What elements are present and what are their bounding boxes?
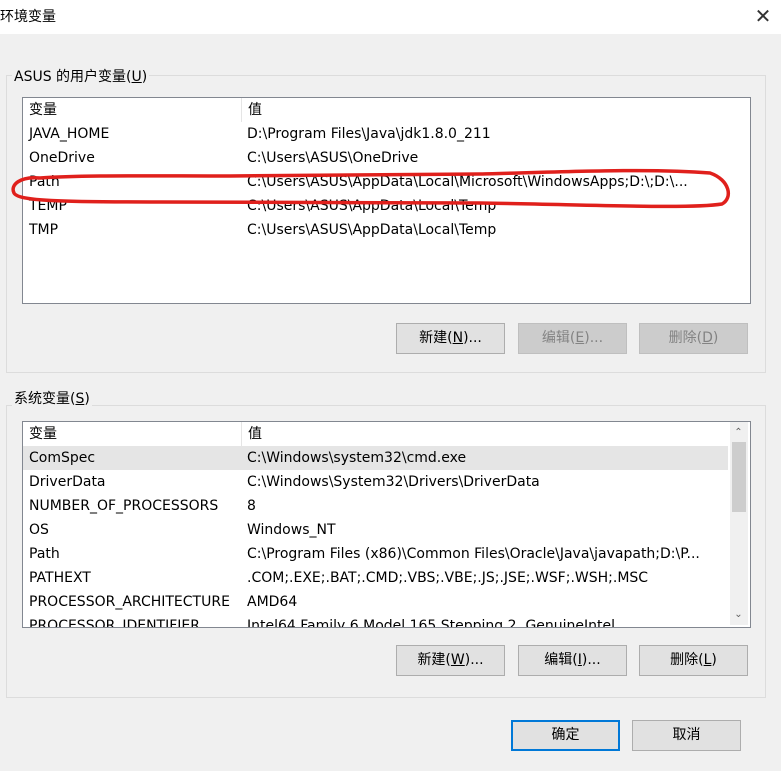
variable-name-cell: OneDrive bbox=[29, 150, 95, 166]
system-delete-button[interactable]: 删除(L) bbox=[639, 645, 748, 676]
variable-name-cell: TEMP bbox=[29, 198, 67, 214]
variable-value-cell: C:\Users\ASUS\AppData\Local\Temp bbox=[247, 198, 497, 214]
variable-name-cell: PROCESSOR_ARCHITECTURE bbox=[29, 594, 230, 610]
system-edit-button[interactable]: 编辑(I)... bbox=[518, 645, 627, 676]
table-row[interactable]: OneDrive C:\Users\ASUS\OneDrive bbox=[23, 146, 748, 170]
table-row[interactable]: Path C:\Program Files (x86)\Common Files\… bbox=[23, 542, 728, 566]
scroll-down-icon[interactable]: ⌄ bbox=[730, 606, 747, 623]
variable-value-cell: Windows_NT bbox=[247, 522, 336, 538]
table-row[interactable]: OS Windows_NT bbox=[23, 518, 728, 542]
variable-name-cell: NUMBER_OF_PROCESSORS bbox=[29, 498, 219, 514]
table-row[interactable]: TEMP C:\Users\ASUS\AppData\Local\Temp bbox=[23, 194, 748, 218]
user-vars-list[interactable]: 变量 值 JAVA_HOME D:\Program Files\Java\jdk1… bbox=[22, 97, 751, 304]
variable-value-cell: C:\Users\ASUS\AppData\Local\Temp bbox=[247, 222, 497, 238]
variable-name-cell: DriverData bbox=[29, 474, 106, 490]
variable-value-cell: D:\Program Files\Java\jdk1.8.0_211 bbox=[247, 126, 491, 142]
table-row[interactable]: ComSpec C:\Windows\system32\cmd.exe bbox=[23, 446, 728, 470]
scrollbar-thumb[interactable] bbox=[732, 442, 746, 512]
column-header-variable[interactable]: 变量 bbox=[23, 422, 241, 446]
system-vars-list[interactable]: 变量 值 ComSpec C:\Windows\system32\cmd.exe D… bbox=[22, 421, 751, 628]
column-header-variable[interactable]: 变量 bbox=[23, 98, 241, 122]
system-new-button[interactable]: 新建(W)... bbox=[396, 645, 505, 676]
variable-value-cell: C:\Users\ASUS\OneDrive bbox=[247, 150, 419, 166]
variable-value-cell: 8 bbox=[247, 498, 256, 514]
variable-name-cell: Path bbox=[29, 546, 60, 562]
title-bar: 环境变量 ✕ bbox=[0, 0, 781, 34]
user-vars-group-label: ASUS 的用户变量(U) bbox=[12, 66, 150, 86]
variable-value-cell: Intel64 Family 6 Model 165 Stepping 2, G… bbox=[247, 618, 616, 628]
scroll-up-icon[interactable]: ⌃ bbox=[730, 424, 747, 441]
table-row[interactable]: TMP C:\Users\ASUS\AppData\Local\Temp bbox=[23, 218, 748, 242]
table-row[interactable]: PROCESSOR_ARCHITECTURE AMD64 bbox=[23, 590, 728, 614]
variable-name-cell: JAVA_HOME bbox=[29, 126, 110, 142]
variable-value-cell: C:\Program Files (x86)\Common Files\Orac… bbox=[247, 546, 700, 562]
variable-name-cell: PROCESSOR_IDENTIFIER bbox=[29, 618, 200, 628]
table-row[interactable]: JAVA_HOME D:\Program Files\Java\jdk1.8.0_… bbox=[23, 122, 748, 146]
variable-value-cell: C:\Windows\system32\cmd.exe bbox=[247, 450, 467, 466]
column-header-value[interactable]: 值 bbox=[241, 422, 727, 446]
system-vars-group-label: 系统变量(S) bbox=[12, 388, 92, 408]
variable-value-cell: C:\Users\ASUS\AppData\Local\Microsoft\Wi… bbox=[247, 174, 688, 190]
window-title: 环境变量 bbox=[0, 9, 56, 25]
variable-name-cell: TMP bbox=[29, 222, 59, 238]
variable-name-cell: Path bbox=[29, 174, 60, 190]
variable-value-cell: C:\Windows\System32\Drivers\DriverData bbox=[247, 474, 540, 490]
user-delete-button[interactable]: 删除(D) bbox=[639, 323, 748, 354]
ok-button[interactable]: 确定 bbox=[511, 720, 620, 751]
user-new-button[interactable]: 新建(N)... bbox=[396, 323, 505, 354]
variable-name-cell: ComSpec bbox=[29, 450, 96, 466]
close-icon[interactable]: ✕ bbox=[748, 2, 778, 30]
user-edit-button[interactable]: 编辑(E)... bbox=[518, 323, 627, 354]
column-header-value[interactable]: 值 bbox=[241, 98, 727, 122]
variable-name-cell: OS bbox=[29, 522, 49, 538]
table-row[interactable]: Path C:\Users\ASUS\AppData\Local\Microsof… bbox=[23, 170, 748, 194]
user-vars-list-header: 变量 值 bbox=[23, 98, 750, 122]
variable-name-cell: PATHEXT bbox=[29, 570, 91, 586]
table-row[interactable]: DriverData C:\Windows\System32\Drivers\Dr… bbox=[23, 470, 728, 494]
table-row[interactable]: NUMBER_OF_PROCESSORS 8 bbox=[23, 494, 728, 518]
table-row[interactable]: PATHEXT .COM;.EXE;.BAT;.CMD;.VBS;.VBE;.JS… bbox=[23, 566, 728, 590]
cancel-button[interactable]: 取消 bbox=[632, 720, 741, 751]
system-vars-list-header: 变量 值 bbox=[23, 422, 750, 446]
variable-value-cell: AMD64 bbox=[247, 594, 298, 610]
variable-value-cell: .COM;.EXE;.BAT;.CMD;.VBS;.VBE;.JS;.JSE;.… bbox=[247, 570, 649, 586]
system-vars-scrollbar[interactable]: ⌃ ⌄ bbox=[730, 422, 748, 625]
table-row[interactable]: PROCESSOR_IDENTIFIER Intel64 Family 6 Mod… bbox=[23, 614, 728, 628]
